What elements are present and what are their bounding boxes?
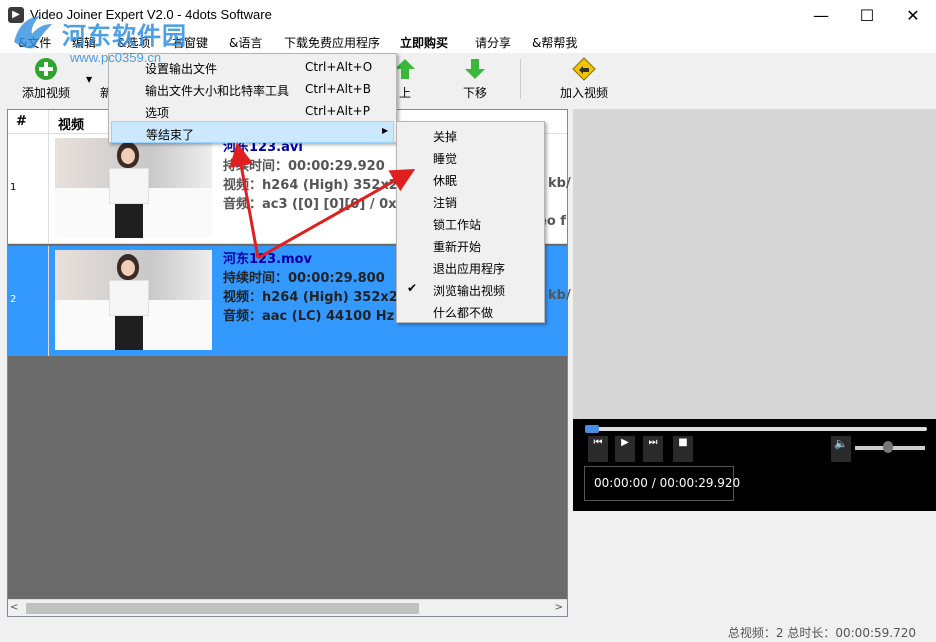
stop-icon[interactable]: ■ (673, 436, 693, 462)
submenu-item-browse-output[interactable]: ✔ 浏览输出视频 (399, 278, 542, 300)
submenu-item-hibernate[interactable]: 休眠 (399, 168, 542, 190)
menu-buy-now[interactable]: 立即购买 (400, 34, 448, 51)
column-divider (48, 134, 49, 244)
menu-bar: &文件 编辑 &选项 右窗键 &语言 下载免费应用程序 立即购买 请分享 &帮帮… (0, 31, 936, 53)
submenu-item-restart[interactable]: 重新开始 (399, 234, 542, 256)
status-bar: 总视频：2 总时长：00:00:59.720 (0, 620, 936, 642)
submenu-arrow-icon: ▶ (382, 126, 389, 135)
add-video-label: 添加视频 (21, 86, 70, 100)
submenu-item-label: 浏览输出视频 (433, 284, 506, 298)
window-title: Video Joiner Expert V2.0 - 4dots Softwar… (30, 7, 272, 22)
menu-edit[interactable]: 编辑 (72, 34, 96, 51)
video-info-overflow: kb/ (548, 288, 571, 303)
menu-item-shortcut: Ctrl+Alt+P (305, 104, 370, 118)
submenu-item-label: 退出应用程序 (433, 262, 506, 276)
submenu-item-exit-app[interactable]: 退出应用程序 (399, 256, 542, 278)
preview-area (573, 109, 936, 419)
join-icon (572, 57, 596, 81)
status-text: 总视频：2 总时长：00:00:59.720 (727, 626, 916, 640)
submenu-item-label: 什么都不做 (433, 306, 494, 320)
menu-share[interactable]: 请分享 (475, 34, 511, 51)
move-down-label: 下移 (462, 86, 487, 100)
submenu-item-label: 睡觉 (433, 152, 458, 166)
time-display: 00:00:00 / 00:00:29.920 (584, 466, 740, 501)
menu-file[interactable]: &文件 (18, 34, 51, 51)
video-info: 河东123.mov 持续时间：00:00:29.800 视频：h264 (Hig… (223, 250, 416, 326)
menu-download-free-apps[interactable]: 下载免费应用程序 (284, 34, 380, 51)
video-info-overflow: kb/ (548, 176, 571, 191)
scroll-left-button[interactable]: < (10, 602, 18, 613)
menu-item-label: 等结束了 (146, 128, 195, 142)
video-thumbnail (55, 138, 212, 238)
join-video-label: 加入视频 (559, 86, 608, 100)
column-divider (48, 110, 49, 134)
horizontal-scrollbar[interactable]: < > (8, 599, 567, 616)
app-window: ▶ Video Joiner Expert V2.0 - 4dots Softw… (0, 0, 936, 642)
play-icon[interactable]: ▶ (615, 436, 635, 462)
video-player: ⏮ ▶ ⏭ ■ 🔈 00:00:00 / 00:00:29.920 (573, 419, 936, 511)
options-menu: 设置输出文件 Ctrl+Alt+O 输出文件大小和比特率工具 Ctrl+Alt+… (108, 53, 397, 143)
submenu-item-sleep[interactable]: 睡觉 (399, 146, 542, 168)
menu-language[interactable]: &语言 (229, 34, 262, 51)
scrollbar-thumb[interactable] (26, 603, 419, 614)
submenu-item-label: 注销 (433, 196, 458, 210)
submenu-item-lock-workstation[interactable]: 锁工作站 (399, 212, 542, 234)
menu-item-label: 输出文件大小和比特率工具 (145, 84, 290, 98)
menu-item-bitrate-tool[interactable]: 输出文件大小和比特率工具 Ctrl+Alt+B (111, 78, 394, 100)
previous-icon[interactable]: ⏮ (588, 436, 608, 462)
menu-item-options[interactable]: 选项 Ctrl+Alt+P (111, 100, 394, 122)
row-number: 1 (10, 182, 17, 193)
add-dropdown-button[interactable]: ▼ (86, 55, 96, 103)
menu-item-set-output-file[interactable]: 设置输出文件 Ctrl+Alt+O (111, 56, 394, 78)
scroll-right-button[interactable]: > (555, 602, 563, 613)
add-video-button[interactable]: 添加视频 (14, 55, 78, 103)
next-icon[interactable]: ⏭ (643, 436, 663, 462)
video-duration: 持续时间：00:00:29.800 (223, 271, 385, 286)
title-bar: ▶ Video Joiner Expert V2.0 - 4dots Softw… (0, 0, 936, 31)
when-finished-submenu: 关掉 睡觉 休眠 注销 锁工作站 重新开始 退出应用程序 ✔ 浏览输出视频 什么… (396, 121, 545, 323)
arrow-down-icon (465, 59, 485, 79)
maximize-button[interactable]: ☐ (844, 0, 890, 31)
submenu-item-logoff[interactable]: 注销 (399, 190, 542, 212)
close-button[interactable]: ✕ (890, 0, 936, 31)
menu-item-when-finished[interactable]: 等结束了 ▶ (111, 121, 394, 143)
submenu-item-shutdown[interactable]: 关掉 (399, 124, 542, 146)
volume-icon[interactable]: 🔈 (831, 436, 851, 462)
column-header-video[interactable]: 视频 (58, 114, 84, 133)
menu-item-label: 选项 (145, 106, 170, 120)
column-divider (48, 246, 49, 356)
join-video-button[interactable]: 加入视频 (554, 55, 614, 103)
audio-stream-info: 音频：aac (LC) 44100 Hz 2 (223, 309, 408, 324)
submenu-item-label: 重新开始 (433, 240, 482, 254)
checkmark-icon: ✔ (407, 281, 418, 295)
video-stream-info: 视频：h264 (High) 352x288 (223, 290, 416, 305)
volume-handle[interactable] (883, 441, 893, 453)
column-header-number[interactable]: # (16, 114, 27, 129)
submenu-item-do-nothing[interactable]: 什么都不做 (399, 300, 542, 322)
seek-handle[interactable] (585, 425, 599, 433)
toolbar-separator (520, 59, 521, 99)
menu-help[interactable]: &帮帮我 (532, 34, 577, 51)
menu-right-pane[interactable]: 右窗键 (172, 34, 208, 51)
minimize-button[interactable]: — (798, 0, 844, 31)
submenu-item-label: 锁工作站 (433, 218, 482, 232)
add-icon (35, 58, 57, 80)
move-down-button[interactable]: 下移 (455, 55, 495, 103)
seek-bar[interactable] (585, 427, 927, 431)
app-icon: ▶ (8, 7, 24, 23)
menu-item-shortcut: Ctrl+Alt+B (305, 82, 371, 96)
menu-item-shortcut: Ctrl+Alt+O (305, 60, 373, 74)
submenu-item-label: 休眠 (433, 174, 458, 188)
chevron-down-icon: ▼ (86, 75, 93, 84)
menu-options[interactable]: &选项 (117, 34, 150, 51)
submenu-item-label: 关掉 (433, 130, 458, 144)
video-file-name: 河东123.mov (223, 252, 313, 267)
menu-item-label: 设置输出文件 (145, 62, 218, 76)
row-number: 2 (10, 294, 17, 305)
video-thumbnail (55, 250, 212, 350)
